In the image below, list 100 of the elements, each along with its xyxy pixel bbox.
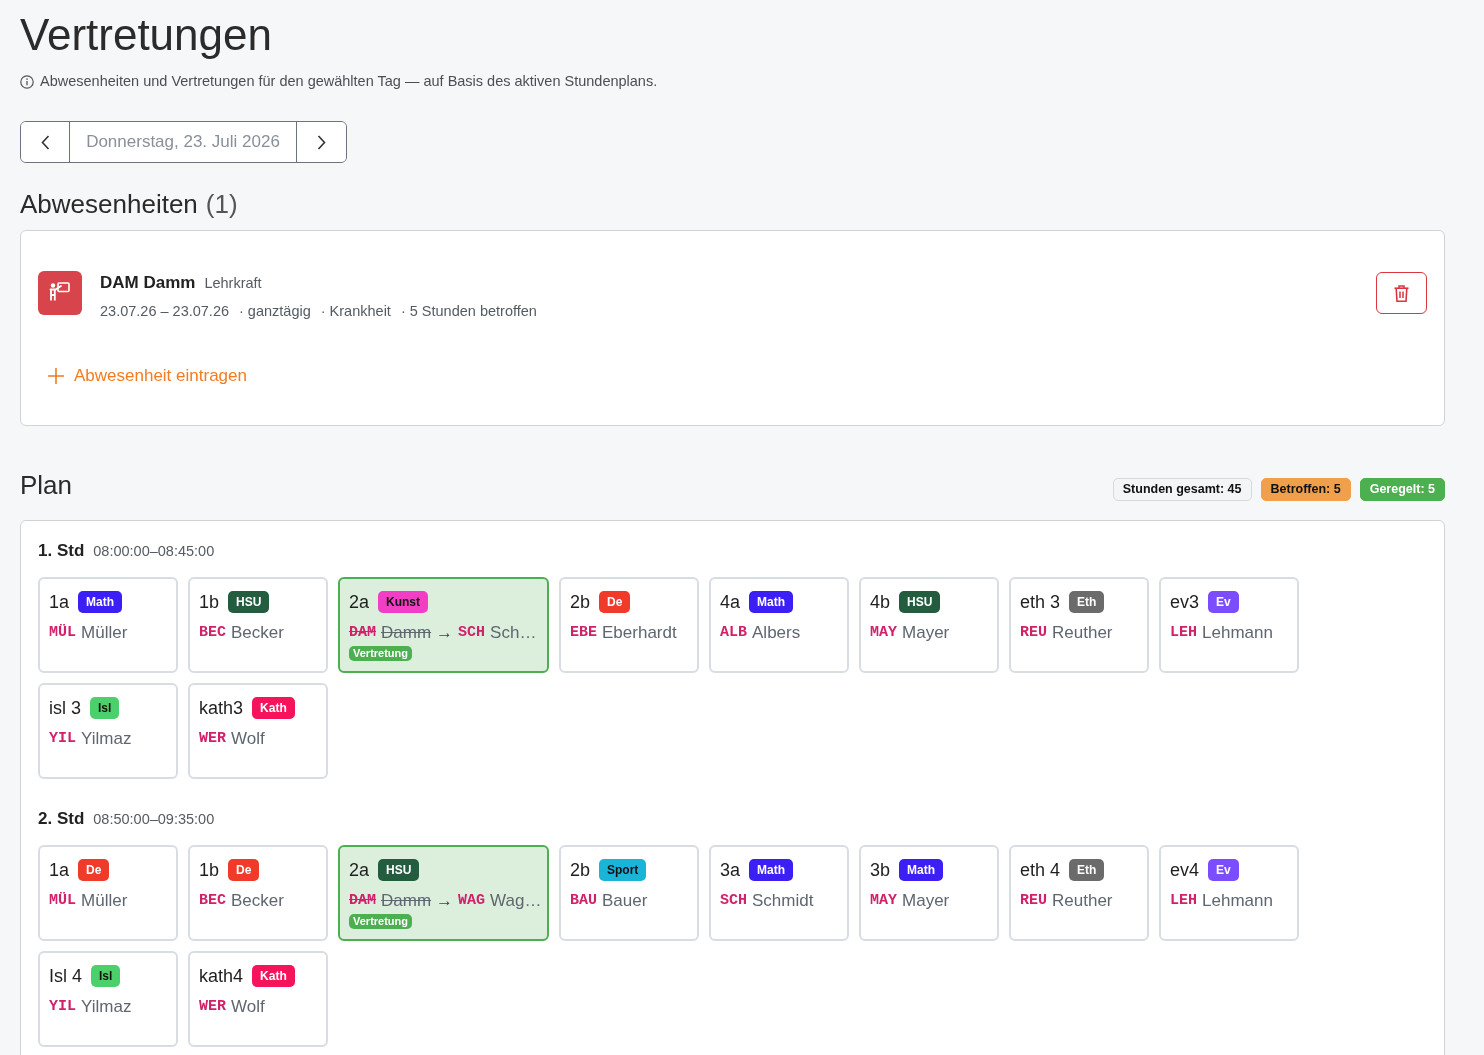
teacher-name: Yilmaz <box>81 728 132 749</box>
teacher-code: REU <box>1020 622 1047 643</box>
info-icon <box>20 75 34 89</box>
teacher-code: BEC <box>199 890 226 911</box>
absent-teacher-code: DAM <box>349 622 376 643</box>
teacher-code: MÜL <box>49 890 76 911</box>
subject-tag: De <box>78 859 110 881</box>
teacher-name: Mayer <box>902 622 950 643</box>
section-heading: Plan <box>20 469 73 501</box>
class-name: ev4 <box>1170 859 1200 881</box>
class-name: 2a <box>349 591 370 613</box>
subject-tag: Ev <box>1208 591 1239 613</box>
teacher-code: BEC <box>199 622 226 643</box>
subject-tag: De <box>599 591 631 613</box>
class-name: eth 4 <box>1020 859 1061 881</box>
teacher-name: Bauer <box>602 890 648 911</box>
class-name: kath4 <box>199 965 244 987</box>
absence-detail: · Krankheit <box>320 302 391 321</box>
lesson-card[interactable]: 1b HSU BEC Becker <box>188 577 328 673</box>
teacher-name: Schmidt <box>752 890 814 911</box>
period-label: 2. Std <box>38 808 85 830</box>
lesson-card[interactable]: Isl 4 Isl YIL Yilmaz <box>38 951 178 1047</box>
subject-tag: Sport <box>599 859 647 881</box>
teacher-code: REU <box>1020 890 1047 911</box>
lesson-card[interactable]: ev3 Ev LEH Lehmann <box>1159 577 1299 673</box>
previous-day-button[interactable] <box>21 122 70 162</box>
teacher-code: WER <box>199 728 226 749</box>
subject-tag: Eth <box>1069 859 1105 881</box>
class-name: ev3 <box>1170 591 1200 613</box>
lesson-card[interactable]: eth 4 Eth REU Reuther <box>1009 845 1149 941</box>
subject-tag: HSU <box>899 591 941 613</box>
lesson-card[interactable]: eth 3 Eth REU Reuther <box>1009 577 1149 673</box>
teacher-code: ALB <box>720 622 747 643</box>
absence-detail: · 5 Stunden betroffen <box>400 302 537 321</box>
subject-tag: Ev <box>1208 859 1239 881</box>
lesson-card[interactable]: ev4 Ev LEH Lehmann <box>1159 845 1299 941</box>
teacher-code: SCH <box>720 890 747 911</box>
lesson-card[interactable]: 3a Math SCH Schmidt <box>709 845 849 941</box>
subject-tag: Kath <box>252 697 295 719</box>
teacher-code: LEH <box>1170 622 1197 643</box>
subject-tag: Math <box>78 591 123 613</box>
lesson-card[interactable]: 1b De BEC Becker <box>188 845 328 941</box>
lesson-card[interactable]: 2b Sport BAU Bauer <box>559 845 699 941</box>
class-name: eth 3 <box>1020 591 1061 613</box>
page-subtitle: Abwesenheiten und Vertretungen für den gewählten Tag — auf Basis des aktiven Stundenplans. <box>40 72 658 92</box>
teacher-name: Becker <box>231 890 284 911</box>
class-name: 1a <box>49 591 70 613</box>
substitute-teacher-code: WAG <box>458 890 486 911</box>
chevron-left-icon <box>40 134 50 150</box>
lesson-card[interactable]: 2b De EBE Eberhardt <box>559 577 699 673</box>
absence-count: (1) <box>205 188 238 220</box>
substitution-tag: Vertretung <box>349 914 412 929</box>
substitution-lesson-card[interactable]: 2a HSU DAM Damm → WAG Wag… Vertretung <box>338 845 549 941</box>
chevron-right-icon <box>317 134 326 150</box>
teacher-name: Lehmann <box>1202 890 1273 911</box>
stat-badge: Stunden gesamt: 45 <box>1112 477 1252 501</box>
absence-detail: · ganztägig <box>239 302 311 321</box>
teacher-name: Becker <box>231 622 284 643</box>
class-name: 4b <box>870 591 891 613</box>
teacher-code: LEH <box>1170 890 1197 911</box>
stat-badge: Geregelt: 5 <box>1359 477 1445 501</box>
class-name: 1b <box>199 591 220 613</box>
trash-icon <box>1394 284 1409 302</box>
teacher-name: Reuther <box>1052 622 1113 643</box>
substitute-teacher-code: SCH <box>458 622 486 643</box>
class-name: 1a <box>49 859 70 881</box>
teacher-name: Wolf <box>231 996 265 1017</box>
substitution-tag: Vertretung <box>349 646 412 661</box>
teacher-at-board-icon <box>38 271 82 315</box>
teacher-name: Mayer <box>902 890 950 911</box>
delete-button[interactable] <box>1376 272 1427 314</box>
substitution-lesson-card[interactable]: 2a Kunst DAM Damm → SCH Sch… Vertretung <box>338 577 549 673</box>
teacher-code: MÜL <box>49 622 76 643</box>
teacher-code: MAY <box>870 890 897 911</box>
page-title: Vertretungen <box>20 9 272 61</box>
lesson-card[interactable]: 1a Math MÜL Müller <box>38 577 178 673</box>
section-heading: Abwesenheiten <box>20 188 198 220</box>
teacher-name: Reuther <box>1052 890 1113 911</box>
lesson-card[interactable]: kath3 Kath WER Wolf <box>188 683 328 779</box>
teacher-code: WER <box>199 996 226 1017</box>
class-name: isl 3 <box>49 697 81 719</box>
teacher-name: Müller <box>81 622 128 643</box>
lesson-card[interactable]: 1a De MÜL Müller <box>38 845 178 941</box>
teacher-name: Yilmaz <box>81 996 132 1017</box>
teacher-name: Müller <box>81 890 128 911</box>
lesson-card[interactable]: 3b Math MAY Mayer <box>859 845 999 941</box>
teacher-role: Lehrkraft <box>204 274 262 293</box>
class-name: 2a <box>349 859 370 881</box>
next-day-button[interactable] <box>296 122 346 162</box>
lesson-card[interactable]: 4a Math ALB Albers <box>709 577 849 673</box>
lesson-card[interactable]: 4b HSU MAY Mayer <box>859 577 999 673</box>
teacher-name: Lehmann <box>1202 622 1273 643</box>
teacher-name: Wolf <box>231 728 265 749</box>
class-name: Isl 4 <box>49 965 82 987</box>
subject-tag: Isl <box>91 965 121 987</box>
stat-badge: Betroffen: 5 <box>1260 477 1351 501</box>
lesson-card[interactable]: isl 3 Isl YIL Yilmaz <box>38 683 178 779</box>
absent-teacher-name: Damm <box>381 622 432 643</box>
subject-tag: Eth <box>1069 591 1105 613</box>
lesson-card[interactable]: kath4 Kath WER Wolf <box>188 951 328 1047</box>
